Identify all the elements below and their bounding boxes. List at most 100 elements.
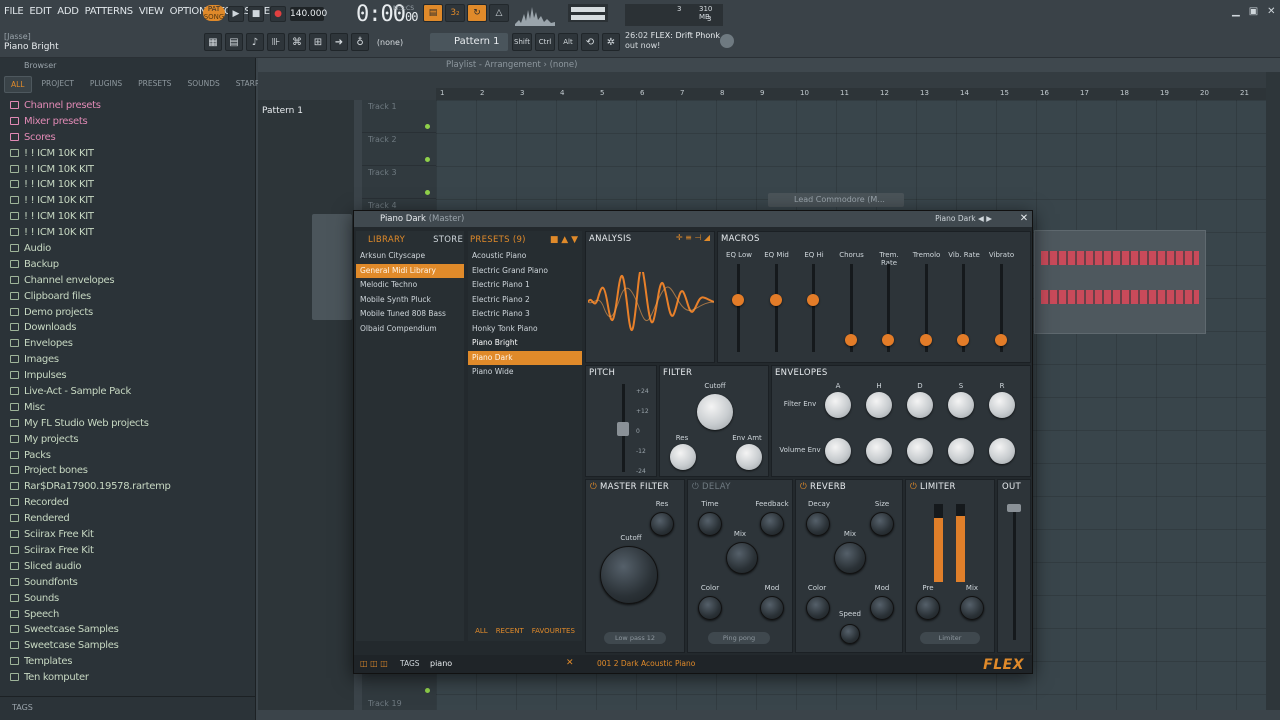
browser-folder-item[interactable]: Rar$DRa17900.19578.rartemp [10, 479, 250, 495]
browser-folder-item[interactable]: ! ! ICM 10K KIT [10, 193, 250, 209]
library-item[interactable]: Olbaid Compendium [356, 322, 464, 337]
envelope-knob[interactable] [866, 392, 892, 418]
browser-folder-item[interactable]: Sliced audio [10, 559, 250, 575]
next-preset-icon[interactable]: ▶ [986, 214, 992, 223]
metronome-button[interactable]: △ [489, 4, 509, 22]
filter-favourites[interactable]: FAVOURITES [532, 627, 575, 635]
macro-fader-handle[interactable] [844, 334, 857, 346]
macro-fader-handle[interactable] [769, 294, 782, 306]
power-icon[interactable]: ⏻ [590, 482, 597, 492]
browser-folder-item[interactable]: ! ! ICM 10K KIT [10, 177, 250, 193]
restore-icon[interactable]: ▣ [1249, 6, 1258, 17]
pat-song-toggle[interactable]: PAT SONG [203, 5, 225, 21]
macro-fader-handle[interactable] [994, 334, 1007, 346]
browser-folder-item[interactable]: Backup [10, 257, 250, 273]
browser-folder-item[interactable]: Envelopes [10, 336, 250, 352]
browser-folder-item[interactable]: Images [10, 352, 250, 368]
library-item[interactable]: Mobile Tuned 808 Bass [356, 307, 464, 322]
track-header[interactable]: Track 3 [362, 166, 436, 199]
filter-cutoff-knob[interactable] [697, 394, 733, 430]
snap-selector[interactable]: (none) [368, 35, 412, 51]
preset-item[interactable]: Piano Wide [468, 365, 582, 380]
next-button[interactable]: ➜ [330, 33, 348, 51]
master-filter-cutoff-knob[interactable] [600, 546, 658, 604]
loop-record-button[interactable]: ↻ [467, 4, 487, 22]
clear-search-icon[interactable]: ✕ [566, 658, 574, 668]
reverb-size-knob[interactable] [870, 512, 894, 536]
preset-item[interactable]: Piano Bright [468, 336, 582, 351]
browser-folder-item[interactable]: ! ! ICM 10K KIT [10, 162, 250, 178]
browser-folder-item[interactable]: Sweetcase Samples [10, 622, 250, 638]
menu-patterns[interactable]: PATTERNS [85, 6, 134, 17]
envelope-knob[interactable] [948, 438, 974, 464]
view-mode-icons[interactable]: ◫ ◫ ◫ [360, 659, 388, 668]
library-item[interactable]: Arksun Cityscape [356, 249, 464, 264]
play-button[interactable]: ▶ [228, 6, 244, 22]
browser-tab-all[interactable]: ALL [4, 76, 32, 93]
flex-title-bar[interactable]: Piano Dark (Master) [354, 211, 1032, 227]
presets-tab[interactable]: PRESETS (9) [470, 235, 526, 245]
preset-arrows-icon[interactable]: ■ ▲ ▼ [550, 231, 578, 249]
master-filter-mode[interactable]: Low pass 12 [604, 632, 666, 644]
browser-folder-item[interactable]: Packs [10, 448, 250, 464]
browser-tab-presets[interactable]: PRESETS [132, 76, 177, 93]
preset-item[interactable]: Electric Piano 2 [468, 293, 582, 308]
browser-folder-item[interactable]: My projects [10, 432, 250, 448]
browser-folder-item[interactable]: Misc [10, 400, 250, 416]
preset-item[interactable]: Honky Tonk Piano [468, 322, 582, 337]
browser-folder-item[interactable]: Live-Act - Sample Pack [10, 384, 250, 400]
out-fader-handle[interactable] [1007, 504, 1021, 512]
news-icon[interactable] [720, 34, 734, 48]
envelope-knob[interactable] [989, 392, 1015, 418]
close-icon[interactable]: ✕ [1267, 6, 1275, 17]
browser-folder-item[interactable]: ! ! ICM 10K KIT [10, 225, 250, 241]
reverb-decay-knob[interactable] [806, 512, 830, 536]
browser-folder-item[interactable]: Ten komputer [10, 670, 250, 686]
browser-folder-item[interactable]: Impulses [10, 368, 250, 384]
menu-file[interactable]: FILE [4, 6, 24, 17]
browser-folder-item[interactable]: Sounds [10, 591, 250, 607]
lead-commodore-window-bar[interactable]: Lead Commodore (M... [768, 193, 904, 207]
reverb-mix-knob[interactable] [834, 542, 866, 574]
tab-store[interactable]: STORE [433, 231, 463, 249]
close-icon[interactable]: ✕ [1018, 213, 1030, 225]
macro-fader-handle[interactable] [807, 294, 819, 306]
browser-tab-plugins[interactable]: PLUGINS [84, 76, 128, 93]
ctrl-key-button[interactable]: Ctrl [535, 33, 555, 51]
prev-preset-icon[interactable]: ◀ [978, 214, 984, 223]
master-filter-res-knob[interactable] [650, 512, 674, 536]
delay-color-knob[interactable] [698, 596, 722, 620]
filter-all[interactable]: ALL [475, 627, 488, 635]
playlist-scrollbar[interactable] [1266, 72, 1280, 710]
tempo-display[interactable]: 140.000 [290, 7, 327, 21]
library-item[interactable]: Mobile Synth Pluck [356, 293, 464, 308]
playlist-ruler[interactable]: 1 2 3 4 5 6 7 8 9 10 11 12 13 14 15 16 17 18 19 20 21 [436, 88, 1266, 100]
envelope-knob[interactable] [907, 392, 933, 418]
preset-search-input[interactable]: piano [430, 659, 452, 668]
browser-folder-item[interactable]: Downloads [10, 320, 250, 336]
browser-folder-item[interactable]: Soundfonts [10, 575, 250, 591]
envelope-knob[interactable] [948, 392, 974, 418]
preset-item[interactable]: Electric Piano 3 [468, 307, 582, 322]
alt-key-button[interactable]: Alt [558, 33, 578, 51]
library-item[interactable]: General Midi Library [356, 263, 464, 278]
preset-item[interactable]: Electric Grand Piano [468, 264, 582, 279]
browser-tags-bar[interactable]: TAGS [0, 696, 256, 718]
envelope-knob[interactable] [825, 392, 851, 418]
channel-rack-button[interactable]: ▤ [225, 33, 243, 51]
track-header[interactable]: Track 19 [362, 697, 436, 709]
browser-folder-item[interactable]: ! ! ICM 10K KIT [10, 209, 250, 225]
mixer-button[interactable]: ⊪ [267, 33, 285, 51]
browser-folder-item[interactable]: My FL Studio Web projects [10, 416, 250, 432]
delay-mod-knob[interactable] [760, 596, 784, 620]
limiter-mode[interactable]: Limiter [920, 632, 980, 644]
browser-folder-item[interactable]: ! ! ICM 10K KIT [10, 146, 250, 162]
power-icon[interactable]: ⏻ [800, 482, 807, 492]
preset-item[interactable]: Piano Dark [468, 350, 582, 365]
playlist-view-button[interactable]: ▦ [204, 33, 222, 51]
step-edit-button[interactable]: 3₂ [445, 4, 465, 22]
browser-folder-item[interactable]: Audio [10, 241, 250, 257]
reverb-speed-knob[interactable] [840, 624, 860, 644]
power-icon[interactable]: ⏻ [910, 482, 917, 492]
preset-item[interactable]: Electric Piano 1 [468, 278, 582, 293]
